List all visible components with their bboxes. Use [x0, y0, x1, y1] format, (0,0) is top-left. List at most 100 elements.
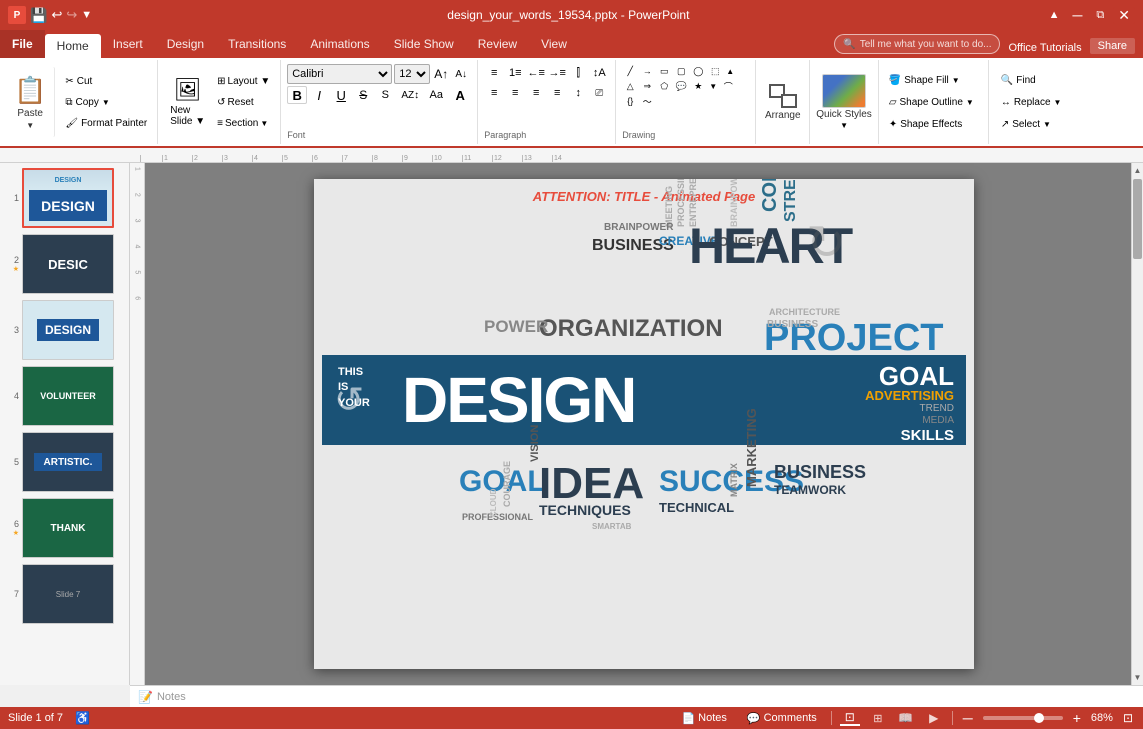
find-button[interactable]: 🔍 Find: [997, 70, 1066, 90]
paste-button[interactable]: 📋 Paste ▼: [6, 67, 55, 137]
more-shapes-btn[interactable]: ⬚: [707, 64, 723, 78]
wave-btn[interactable]: 〜: [639, 94, 655, 106]
star-shape-btn[interactable]: ★: [690, 79, 706, 93]
shape-fill-button[interactable]: 🪣 Shape Fill ▼: [885, 70, 982, 90]
spacing-btn[interactable]: AZ↕: [397, 86, 423, 104]
line-shape-btn[interactable]: ╱: [622, 64, 638, 78]
office-tutorials-btn[interactable]: Office Tutorials: [1008, 42, 1081, 54]
ribbon-collapse-btn[interactable]: ▲: [1045, 7, 1064, 23]
format-painter-button[interactable]: 🖌Format Painter: [61, 113, 151, 133]
select-button[interactable]: ↗ Select ▼: [997, 114, 1066, 134]
underline-btn[interactable]: U: [331, 86, 351, 104]
smart-art-btn[interactable]: ⎚: [589, 84, 609, 102]
view-normal-btn[interactable]: ⊡: [840, 710, 860, 726]
tab-slideshow[interactable]: Slide Show: [382, 30, 466, 58]
restore-btn[interactable]: ⧉: [1091, 9, 1109, 22]
tab-home[interactable]: Home: [45, 34, 101, 58]
scroll-thumb[interactable]: [1133, 179, 1142, 259]
fit-slide-btn[interactable]: ⊡: [1121, 711, 1135, 725]
shape-outline-button[interactable]: ▱ Shape Outline ▼: [885, 92, 982, 112]
line-spacing-btn[interactable]: ↕: [568, 84, 588, 102]
section-button[interactable]: ≡Section▼: [213, 113, 274, 133]
increase-font-btn[interactable]: A↑: [432, 65, 450, 83]
oval-shape-btn[interactable]: ◯: [690, 64, 706, 78]
font-size-select[interactable]: 12: [394, 64, 430, 84]
accessibility-icon[interactable]: ♿: [75, 711, 90, 725]
tab-file[interactable]: File: [0, 30, 45, 58]
bold-btn[interactable]: B: [287, 86, 307, 104]
strikethrough-btn[interactable]: S: [353, 86, 373, 104]
view-sorter-btn[interactable]: ⊞: [868, 710, 888, 726]
reset-button[interactable]: ↺Reset: [213, 92, 274, 112]
slide-canvas-area[interactable]: ATTENTION: TITLE - Animated Page MEETING…: [145, 163, 1143, 685]
notes-area[interactable]: 📝 Notes: [130, 685, 1143, 707]
quick-access-undo[interactable]: ↩: [51, 7, 62, 23]
justify-btn[interactable]: ≡: [547, 84, 567, 102]
zoom-slider[interactable]: [983, 716, 1063, 720]
minimize-btn[interactable]: ─: [1067, 7, 1087, 23]
change-case-btn[interactable]: Aa: [425, 86, 447, 104]
quick-access-save[interactable]: 💾: [30, 7, 47, 24]
tab-transitions[interactable]: Transitions: [216, 30, 298, 58]
italic-btn[interactable]: I: [309, 86, 329, 104]
tab-animations[interactable]: Animations: [298, 30, 381, 58]
pentagon-btn[interactable]: ⬠: [656, 79, 672, 93]
view-slideshow-btn[interactable]: ▶: [924, 710, 944, 726]
scroll-down-btn[interactable]: ▼: [1132, 670, 1143, 685]
align-center-btn[interactable]: ≡: [505, 84, 525, 102]
notes-btn[interactable]: 📄 Notes: [675, 711, 732, 726]
font-family-select[interactable]: Calibri: [287, 64, 392, 84]
zoom-in-btn[interactable]: +: [1071, 710, 1083, 726]
quick-styles-button[interactable]: Quick Styles ▼: [810, 60, 879, 144]
decrease-font-btn[interactable]: A↓: [452, 65, 470, 83]
layout-button[interactable]: ⊞Layout ▼: [213, 71, 274, 91]
indent-increase-btn[interactable]: →≡: [547, 64, 567, 82]
slide-thumbnail-3[interactable]: 3 DESIGN: [4, 299, 125, 361]
bracket-btn[interactable]: {}: [622, 94, 638, 106]
tab-view[interactable]: View: [529, 30, 579, 58]
tab-review[interactable]: Review: [466, 30, 529, 58]
quick-access-redo[interactable]: ↪: [66, 7, 77, 23]
indent-decrease-btn[interactable]: ←≡: [526, 64, 546, 82]
slide-thumbnail-7[interactable]: 7 Slide 7: [4, 563, 125, 625]
numbering-btn[interactable]: 1≡: [505, 64, 525, 82]
slide-thumbnail-4[interactable]: 4 VOLUNTEER: [4, 365, 125, 427]
zoom-out-btn[interactable]: ─: [961, 710, 975, 726]
callout-btn[interactable]: 💬: [673, 79, 689, 93]
slide-thumbnail-1[interactable]: 1 DESIGN DESIGN: [4, 167, 125, 229]
replace-button[interactable]: ↔ Replace ▼: [997, 92, 1066, 112]
quick-access-customize[interactable]: ▼: [81, 9, 92, 21]
shapes-scroll-up[interactable]: ▲: [724, 64, 736, 78]
share-btn[interactable]: Share: [1090, 38, 1135, 54]
arrange-button[interactable]: Arrange: [756, 60, 810, 144]
shapes-scroll-down[interactable]: ▼: [707, 79, 719, 93]
arrow-shape-btn[interactable]: →: [639, 64, 655, 78]
round-rect-btn[interactable]: ▢: [673, 64, 689, 78]
align-left-btn[interactable]: ≡: [484, 84, 504, 102]
comments-btn[interactable]: 💬 Comments: [741, 711, 823, 726]
text-direction-btn[interactable]: ↕A: [589, 64, 609, 82]
scroll-up-btn[interactable]: ▲: [1132, 163, 1143, 178]
tab-insert[interactable]: Insert: [101, 30, 155, 58]
curve-shape-btn[interactable]: ⌒: [720, 79, 736, 93]
zoom-slider-thumb[interactable]: [1034, 713, 1044, 723]
shape-effects-button[interactable]: ✦ Shape Effects: [885, 114, 982, 134]
vertical-scrollbar[interactable]: ▲ ▼: [1131, 163, 1143, 685]
font-color-btn[interactable]: A: [449, 86, 471, 104]
triangle-shape-btn[interactable]: △: [622, 79, 638, 93]
bullets-btn[interactable]: ≡: [484, 64, 504, 82]
align-right-btn[interactable]: ≡: [526, 84, 546, 102]
tab-design[interactable]: Design: [155, 30, 216, 58]
slide-thumbnail-6[interactable]: 6 ★ THANK: [4, 497, 125, 559]
cut-button[interactable]: ✂Cut: [61, 71, 151, 91]
columns-btn[interactable]: ⫿: [568, 64, 588, 82]
rect-shape-btn[interactable]: ▭: [656, 64, 672, 78]
shadow-btn[interactable]: S: [375, 86, 395, 104]
view-reading-btn[interactable]: 📖: [896, 710, 916, 726]
slide-thumbnail-5[interactable]: 5 ARTISTIC.: [4, 431, 125, 493]
tell-me-input[interactable]: Tell me what you want to do...: [860, 39, 992, 50]
zoom-level[interactable]: 68%: [1091, 712, 1113, 724]
right-arrow-btn[interactable]: ⇒: [639, 79, 655, 93]
close-btn[interactable]: ✕: [1113, 7, 1135, 24]
copy-button[interactable]: ⧉Copy▼: [61, 92, 151, 112]
